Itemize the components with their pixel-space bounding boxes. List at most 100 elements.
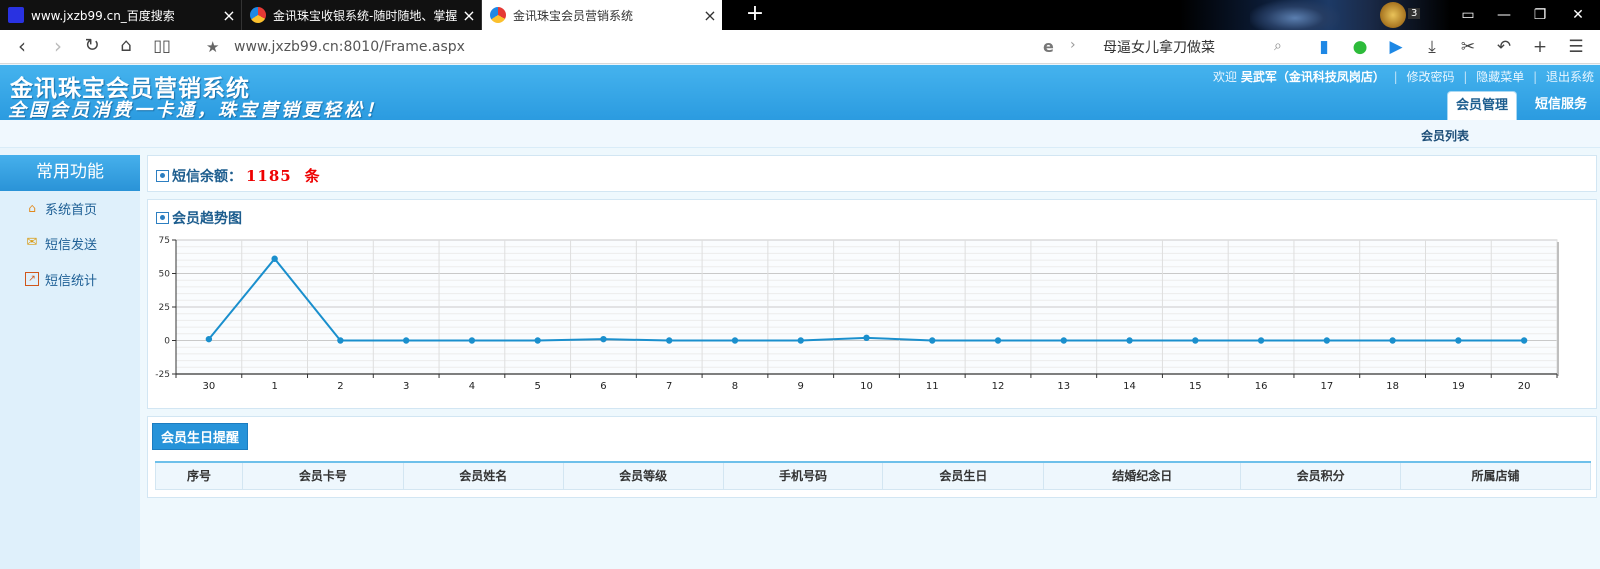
search-box[interactable]	[1095, 34, 1295, 60]
data-point	[666, 337, 673, 344]
y-tick-label: 0	[164, 337, 170, 347]
x-tick-label: 18	[1386, 381, 1399, 392]
tab-sms-service[interactable]: 短信服务	[1527, 91, 1595, 120]
skin-face-image	[1250, 0, 1340, 30]
restore-button[interactable]: ❐	[1522, 0, 1558, 30]
column-header[interactable]: 手机号码	[722, 461, 884, 490]
data-point	[1323, 337, 1331, 344]
birthday-reminder-button[interactable]: 会员生日提醒	[152, 423, 249, 450]
hide-menu-link[interactable]: 隐藏菜单	[1476, 70, 1524, 84]
new-tab-button[interactable]: +	[735, 0, 775, 30]
reload-icon[interactable]: ↻	[78, 34, 106, 60]
tab-member-management[interactable]: 会员管理	[1447, 91, 1518, 120]
app-slogan: 全国会员消费一卡通，珠宝营销更轻松！	[8, 100, 386, 121]
x-tick-label: 19	[1452, 381, 1465, 392]
browser-tab-baidu[interactable]: www.jxzb99.cn_百度搜索 ×	[0, 0, 242, 30]
reader-icon[interactable]: ▯▯	[148, 34, 176, 60]
x-tick-label: 10	[860, 381, 873, 392]
tab-title: 金讯珠宝会员营销系统	[513, 8, 634, 23]
close-tab-icon[interactable]: ×	[698, 6, 722, 25]
column-header[interactable]: 会员卡号	[241, 461, 404, 490]
x-tick-label: 14	[1123, 381, 1136, 392]
close-tab-icon[interactable]: ×	[217, 6, 241, 25]
sms-balance-panel: 短信余额： 1185 条	[147, 155, 1597, 192]
member-trend-heading: 会员趋势图	[156, 208, 242, 228]
sidebar-item-label: 短信统计	[45, 273, 98, 289]
sms-balance-value: 1185	[246, 167, 292, 185]
welcome-text: 欢迎	[1212, 70, 1237, 84]
data-point	[731, 337, 739, 344]
browser-tab-member[interactable]: 金讯珠宝会员营销系统 ×	[482, 0, 722, 30]
column-header[interactable]: 序号	[155, 461, 243, 490]
bookmark-star-icon[interactable]: ★	[206, 38, 219, 56]
y-tick-label: 75	[159, 236, 170, 246]
x-tick-label: 30	[203, 381, 216, 392]
column-header[interactable]: 会员生日	[882, 461, 1045, 490]
browser-address-bar: ‹ › ↻ ⌂ ▯▯ ★ www.jxzb99.cn:8010/Frame.as…	[0, 30, 1600, 64]
skin-button[interactable]: ▭	[1450, 0, 1486, 30]
x-tick-label: 4	[469, 381, 475, 392]
wechat-icon[interactable]: ●	[1348, 35, 1372, 59]
browser-tab-bar: www.jxzb99.cn_百度搜索 × 金讯珠宝收银系统-随时随地、掌握全局 …	[0, 0, 1600, 30]
x-tick-label: 6	[600, 381, 606, 392]
data-point	[534, 337, 541, 344]
x-tick-label: 7	[666, 381, 672, 392]
sidebar-item-home[interactable]: ⌂ 系统首页	[25, 198, 97, 218]
column-header[interactable]: 结婚纪念日	[1043, 461, 1242, 490]
tab-title: www.jxzb99.cn_百度搜索	[31, 8, 175, 23]
url-field[interactable]: www.jxzb99.cn:8010/Frame.aspx	[234, 39, 465, 55]
app-header: 金讯珠宝会员营销系统 全国会员消费一卡通，珠宝营销更轻松！ 欢迎 吴武军（金讯科…	[0, 65, 1600, 121]
browser-skin-banner: 3	[1180, 0, 1450, 30]
data-point	[271, 255, 278, 262]
search-input[interactable]	[1095, 34, 1295, 60]
birthday-table: 序号 会员卡号 会员姓名 会员等级 手机号码 会员生日 结婚纪念日 会员积分 所…	[155, 461, 1591, 490]
x-tick-label: 17	[1320, 381, 1333, 392]
close-tab-icon[interactable]: ×	[457, 6, 481, 25]
sidebar-item-sms-stats[interactable]: ↗ 短信统计	[25, 269, 97, 289]
member-trend-chart: -25025507530 1 2 3 4 5 6 7 8 9 10 11 12 13 14 15 16 17 18 1…	[155, 236, 1559, 392]
download-icon[interactable]: ⤓	[1420, 35, 1444, 59]
table-header-row: 序号 会员卡号 会员姓名 会员等级 手机号码 会员生日 结婚纪念日 会员积分 所…	[155, 461, 1591, 490]
data-point	[1257, 337, 1265, 344]
sub-nav-bar: 会员列表	[0, 120, 1600, 148]
browser-tab-cashier[interactable]: 金讯珠宝收银系统-随时随地、掌握全局 ×	[242, 0, 482, 30]
back-icon[interactable]: ‹	[8, 34, 36, 60]
divider: |	[1393, 70, 1398, 84]
divider: |	[1533, 70, 1538, 84]
column-header[interactable]: 会员积分	[1240, 461, 1402, 490]
data-point	[402, 337, 410, 344]
search-icon[interactable]: ⌕	[1274, 38, 1282, 54]
chevron-right-icon[interactable]: ›	[1070, 37, 1076, 53]
column-header[interactable]: 会员姓名	[402, 461, 564, 490]
lion-badge-icon[interactable]	[1380, 2, 1406, 28]
y-tick-label: 25	[159, 303, 170, 313]
sidebar-item-label: 系统首页	[45, 202, 98, 218]
ie-engine-icon[interactable]: e	[1043, 37, 1054, 56]
data-point	[797, 337, 804, 344]
home-icon: ⌂	[28, 201, 36, 215]
minimize-button[interactable]: —	[1486, 0, 1522, 30]
column-header[interactable]: 会员等级	[562, 461, 724, 490]
scissors-icon[interactable]: ✂	[1456, 35, 1480, 59]
menu-icon[interactable]: ☰	[1564, 35, 1588, 59]
add-icon[interactable]: +	[1528, 35, 1552, 59]
x-tick-label: 9	[798, 381, 804, 392]
sidebar-item-sms-send[interactable]: ✉ 短信发送	[25, 233, 97, 253]
column-header[interactable]: 所属店铺	[1400, 461, 1591, 490]
logout-link[interactable]: 退出系统	[1546, 70, 1594, 84]
video-play-icon[interactable]: ▶	[1384, 35, 1408, 59]
forward-icon[interactable]: ›	[44, 34, 72, 60]
data-point	[994, 337, 1002, 344]
home-icon[interactable]: ⌂	[112, 34, 140, 60]
trend-chart-icon	[156, 212, 169, 224]
mobile-icon[interactable]: ▮	[1312, 35, 1336, 59]
sub-nav-member-list[interactable]: 会员列表	[1421, 127, 1469, 144]
close-window-button[interactable]: ✕	[1560, 0, 1596, 30]
user-name: 吴武军（金讯科技凤岗店）	[1240, 70, 1385, 84]
sms-balance-label: 短信余额：	[172, 169, 242, 185]
data-point	[929, 337, 936, 344]
undo-icon[interactable]: ↶	[1492, 35, 1516, 59]
sidebar: 常用功能 ⌂ 系统首页 ✉ 短信发送 ↗ 短信统计	[0, 155, 140, 569]
data-point	[1389, 337, 1396, 344]
change-password-link[interactable]: 修改密码	[1407, 70, 1455, 84]
